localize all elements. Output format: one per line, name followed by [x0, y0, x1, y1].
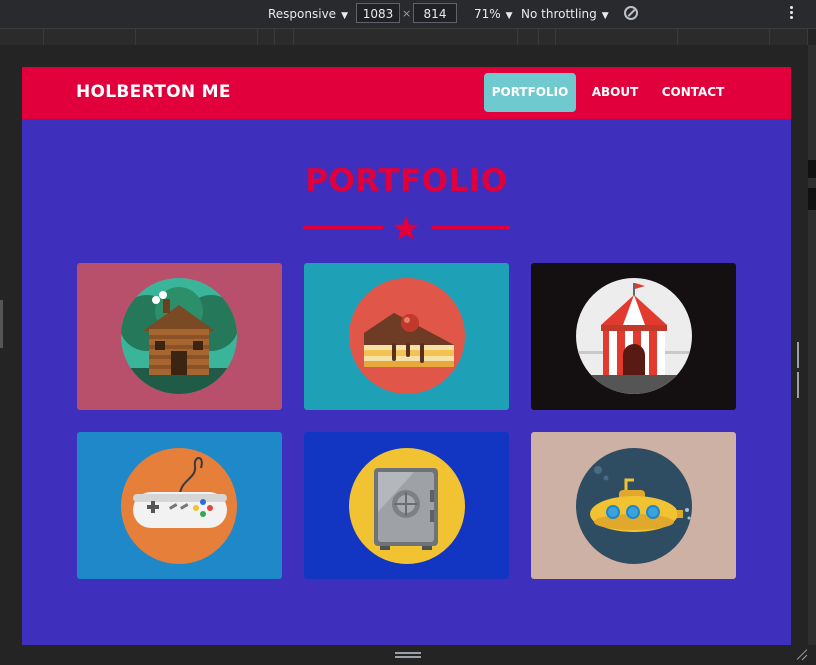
section-heading: PORTFOLIO — [305, 163, 508, 199]
chevron-down-icon: ▼ — [505, 11, 513, 21]
right-resize-handle[interactable] — [797, 342, 803, 398]
portfolio-item-cabin[interactable] — [77, 263, 282, 410]
site-navbar: HOLBERTON ME PORTFOLIO ABOUT CONTACT — [22, 67, 791, 119]
nav-about[interactable]: ABOUT — [586, 73, 644, 112]
throttling-select[interactable]: No throttling ▼ — [521, 0, 609, 28]
width-input[interactable]: 1083 — [356, 3, 400, 23]
submarine-icon — [576, 448, 692, 564]
site-brand[interactable]: HOLBERTON ME — [76, 67, 231, 119]
media-query-ruler — [0, 29, 808, 45]
cake-slice-icon — [349, 278, 465, 394]
divider-line-left — [303, 226, 383, 229]
device-select[interactable]: Responsive ▼ — [268, 0, 348, 28]
chevron-down-icon: ▼ — [601, 11, 609, 21]
gamepad-icon — [121, 448, 237, 564]
nav-portfolio[interactable]: PORTFOLIO — [484, 73, 576, 112]
site-viewport: HOLBERTON ME PORTFOLIO ABOUT CONTACT POR… — [22, 67, 791, 645]
bottom-resize-handle[interactable] — [395, 652, 421, 658]
zoom-label: 71% — [474, 7, 501, 21]
devtools-toolbar: Responsive ▼ 1083 × 814 71% ▼ No throttlin… — [0, 0, 816, 29]
portfolio-item-cake[interactable] — [304, 263, 509, 410]
height-input[interactable]: 814 — [413, 3, 457, 23]
more-options-icon[interactable] — [790, 6, 794, 22]
throttling-label: No throttling — [521, 7, 597, 21]
divider-line-right — [432, 226, 510, 229]
side-panel-strip — [808, 45, 816, 645]
left-resize-handle[interactable] — [0, 300, 3, 348]
zoom-select[interactable]: 71% ▼ — [474, 0, 513, 28]
rotate-icon[interactable] — [624, 6, 638, 20]
times-icon: × — [402, 7, 412, 20]
safe-icon — [349, 448, 465, 564]
portfolio-item-gamepad[interactable] — [77, 432, 282, 579]
portfolio-item-tent[interactable] — [531, 263, 736, 410]
portfolio-item-submarine[interactable] — [531, 432, 736, 579]
device-label: Responsive — [268, 7, 337, 21]
chevron-down-icon: ▼ — [341, 11, 348, 21]
nav-contact[interactable]: CONTACT — [658, 73, 728, 112]
corner-resize-icon[interactable] — [795, 648, 809, 662]
star-icon — [393, 216, 419, 240]
portfolio-item-safe[interactable] — [304, 432, 509, 579]
